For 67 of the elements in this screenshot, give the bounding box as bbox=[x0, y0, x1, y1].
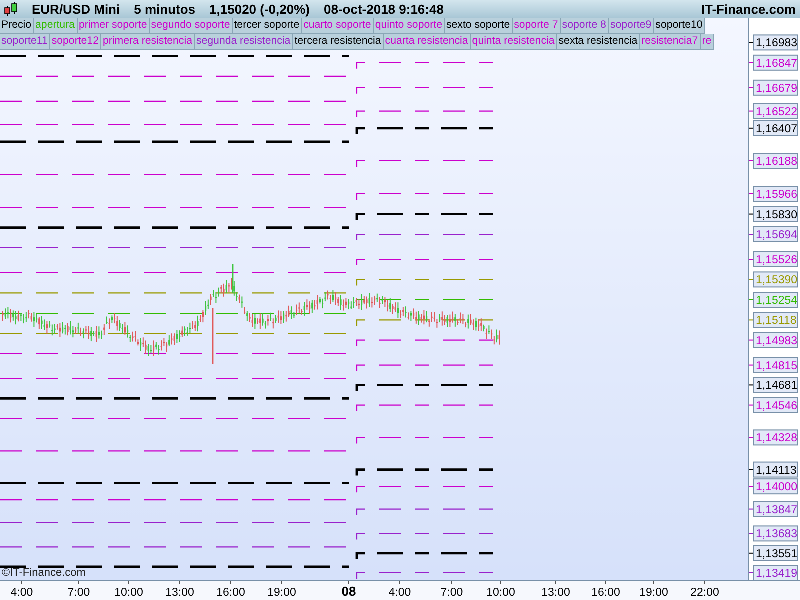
legend-item: Precio bbox=[0, 18, 34, 34]
price-label: 1,13419 bbox=[754, 565, 798, 581]
price-label: 1,14681 bbox=[754, 377, 798, 394]
symbol-name: EUR/USD Mini bbox=[32, 2, 120, 16]
time-label: 08 bbox=[342, 584, 356, 599]
legend-item: soporte9 bbox=[608, 18, 654, 34]
price-label: 1,16847 bbox=[754, 54, 798, 71]
watermark-text: ©IT-Finance.com bbox=[2, 567, 86, 579]
legend-item: cuarto soporte bbox=[302, 18, 374, 34]
price-label: 1,16188 bbox=[754, 153, 798, 169]
legend-item: resistencia7 bbox=[640, 34, 701, 50]
legend-item: tercera resistencia bbox=[293, 34, 384, 50]
time-label: 4:00 bbox=[388, 587, 412, 599]
price-label: 1,15966 bbox=[754, 186, 798, 202]
last-price: 1,15020 (-0,20%) bbox=[210, 2, 310, 16]
time-label: 16:00 bbox=[216, 587, 246, 599]
legend-item: apertura bbox=[34, 18, 78, 34]
price-label: 1,15254 bbox=[754, 292, 798, 308]
legend-item: sexta resistencia bbox=[557, 34, 640, 50]
price-label: 1,15694 bbox=[754, 226, 798, 242]
price-label: 1,15830 bbox=[754, 206, 798, 222]
legend-item: sexto soporte bbox=[444, 18, 513, 34]
price-label: 1,14328 bbox=[754, 430, 798, 446]
candlestick-icon bbox=[4, 1, 18, 17]
time-label: 22:00 bbox=[690, 587, 720, 599]
price-label: 1,13551 bbox=[754, 545, 798, 562]
price-label: 1,14113 bbox=[754, 462, 798, 478]
price-label: 1,16679 bbox=[754, 80, 798, 96]
legend-item: cuarta resistencia bbox=[384, 34, 471, 50]
time-label: 19:00 bbox=[268, 587, 296, 599]
legend-item: soporte11 bbox=[0, 34, 50, 50]
price-label: 1,14546 bbox=[754, 397, 798, 414]
time-label: 10:00 bbox=[486, 587, 516, 599]
price-label: 1,15118 bbox=[754, 312, 798, 328]
price-label: 1,14815 bbox=[754, 357, 798, 374]
price-label: 1,13683 bbox=[754, 526, 798, 542]
brand-name: IT-Finance.com bbox=[701, 2, 796, 16]
date-time: 08-oct-2018 9:16:48 bbox=[324, 2, 444, 16]
time-label: 7:00 bbox=[440, 587, 464, 599]
time-label: 19:00 bbox=[640, 587, 668, 599]
legend-item: quinta resistencia bbox=[470, 34, 558, 50]
price-label: 1,15526 bbox=[754, 252, 798, 268]
time-label: 7:00 bbox=[68, 587, 90, 599]
time-label: 4:00 bbox=[10, 587, 34, 599]
time-label: 13:00 bbox=[166, 587, 194, 599]
legend-item: re bbox=[700, 34, 714, 50]
price-label: 1,16522 bbox=[754, 103, 798, 120]
legend-item: primera resistencia bbox=[101, 34, 195, 50]
legend-item: quinto soporte bbox=[374, 18, 445, 34]
legend-item: segunda resistencia bbox=[194, 34, 294, 50]
legend-item: soporte12 bbox=[50, 34, 102, 50]
price-label: 1,14000 bbox=[754, 478, 798, 495]
legend-item: primer soporte bbox=[78, 18, 150, 34]
time-label: 10:00 bbox=[114, 587, 144, 599]
legend-item: soporte10 bbox=[654, 18, 706, 34]
legend-item: segundo soporte bbox=[150, 18, 233, 34]
legend-item: tercer soporte bbox=[232, 18, 302, 34]
price-label: 1,15390 bbox=[754, 272, 798, 288]
price-label: 1,16983 bbox=[754, 34, 798, 51]
legend-item: soporte 8 bbox=[560, 18, 609, 34]
timeframe: 5 minutos bbox=[134, 2, 196, 16]
price-label: 1,14983 bbox=[754, 332, 798, 348]
time-label: 16:00 bbox=[592, 587, 620, 599]
time-label: 13:00 bbox=[542, 587, 570, 599]
price-label: 1,16407 bbox=[754, 120, 798, 136]
price-label: 1,13847 bbox=[754, 501, 798, 518]
legend-item: soporte 7 bbox=[512, 18, 561, 34]
